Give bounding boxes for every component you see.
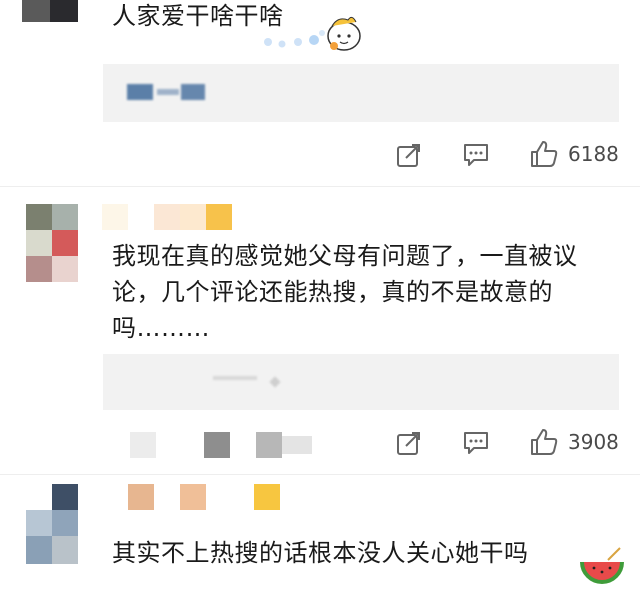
reply-avatar: [204, 432, 230, 458]
thumbs-up-icon[interactable]: [530, 140, 558, 168]
watermelon-sticker-icon: [580, 546, 624, 592]
like-count: 3908: [568, 430, 619, 454]
comment-text: 其实不上热搜的话根本没人关心她干吗: [112, 539, 529, 567]
comment-text: 我现在真的感觉她父母有问题了，一直被议 论，几个评论还能热搜，真的不是故意的 吗…: [112, 238, 612, 346]
username[interactable]: [128, 484, 288, 510]
comment-line: 我现在真的感觉她父母有问题了，一直被议: [112, 242, 578, 270]
comment-icon[interactable]: [462, 430, 490, 456]
comment-icon[interactable]: [462, 142, 490, 168]
avatar[interactable]: [22, 0, 78, 22]
comment-line: 论，几个评论还能热搜，真的不是故意的: [112, 278, 553, 306]
divider: [0, 474, 640, 475]
reply-avatar: [282, 436, 312, 454]
reply-preview[interactable]: [103, 64, 619, 122]
comment-text: 人家爱干啥干啥: [112, 2, 284, 30]
reply-avatar: [130, 432, 156, 458]
share-icon[interactable]: [396, 142, 422, 168]
avatar[interactable]: [26, 204, 78, 282]
avatar[interactable]: [26, 484, 78, 564]
divider: [0, 186, 640, 187]
username[interactable]: [102, 204, 232, 230]
comment-line: 吗………: [112, 314, 210, 342]
reply-avatar: [256, 432, 282, 458]
bubble-sticker-icon: [262, 6, 362, 56]
reply-preview[interactable]: [103, 354, 619, 410]
like-count: 6188: [568, 142, 619, 166]
thumbs-up-icon[interactable]: [530, 428, 558, 456]
share-icon[interactable]: [396, 430, 422, 456]
